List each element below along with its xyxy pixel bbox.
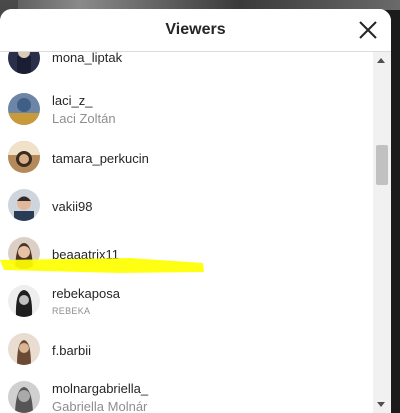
viewer-row-f-barbii[interactable]: f.barbii — [0, 325, 373, 373]
username[interactable]: rebekaposa — [52, 286, 120, 301]
avatar[interactable] — [8, 285, 40, 317]
avatar[interactable] — [8, 381, 40, 413]
dialog-header: Viewers — [0, 9, 391, 52]
scrollbar-thumb[interactable] — [376, 145, 388, 185]
username[interactable]: vakii98 — [52, 199, 92, 214]
viewer-row-laci-z[interactable]: laci_z_ Laci Zoltán — [0, 85, 373, 133]
username[interactable]: f.barbii — [52, 343, 91, 358]
highlight-marker-stroke — [0, 254, 210, 280]
chevron-up-icon[interactable] — [377, 58, 385, 63]
username[interactable]: tamara_perkucin — [52, 151, 149, 166]
chevron-down-icon[interactable] — [377, 402, 385, 407]
avatar[interactable] — [8, 52, 40, 74]
viewer-row-molnargabriella[interactable]: molnargabriella_ Gabriella Molnár — [0, 373, 373, 413]
viewer-row-tamara-perkucin[interactable]: tamara_perkucin — [0, 133, 373, 181]
username[interactable]: mona_liptak — [52, 52, 122, 65]
full-name: Laci Zoltán — [52, 111, 116, 126]
username[interactable]: laci_z_ — [52, 93, 92, 108]
username[interactable]: molnargabriella_ — [52, 381, 148, 396]
dialog-title: Viewers — [165, 21, 226, 38]
viewers-list[interactable]: mona_liptak laci_z_ Laci Zoltán tamara_p… — [0, 52, 373, 413]
avatar[interactable] — [8, 189, 40, 221]
avatar[interactable] — [8, 141, 40, 173]
scrollbar[interactable] — [373, 52, 391, 413]
full-name: Gabriella Molnár — [52, 399, 148, 413]
avatar[interactable] — [8, 333, 40, 365]
close-icon[interactable] — [357, 19, 379, 41]
full-name: REBEKA — [52, 306, 91, 316]
viewer-row-rebekaposa[interactable]: rebekaposa REBEKA — [0, 277, 373, 325]
viewer-row-vakii98[interactable]: vakii98 — [0, 181, 373, 229]
viewer-row-mona-liptak[interactable]: mona_liptak — [0, 52, 373, 88]
viewers-dialog: Viewers mona_liptak laci_z_ Laci Zoltán — [0, 9, 391, 413]
avatar[interactable] — [8, 93, 40, 125]
